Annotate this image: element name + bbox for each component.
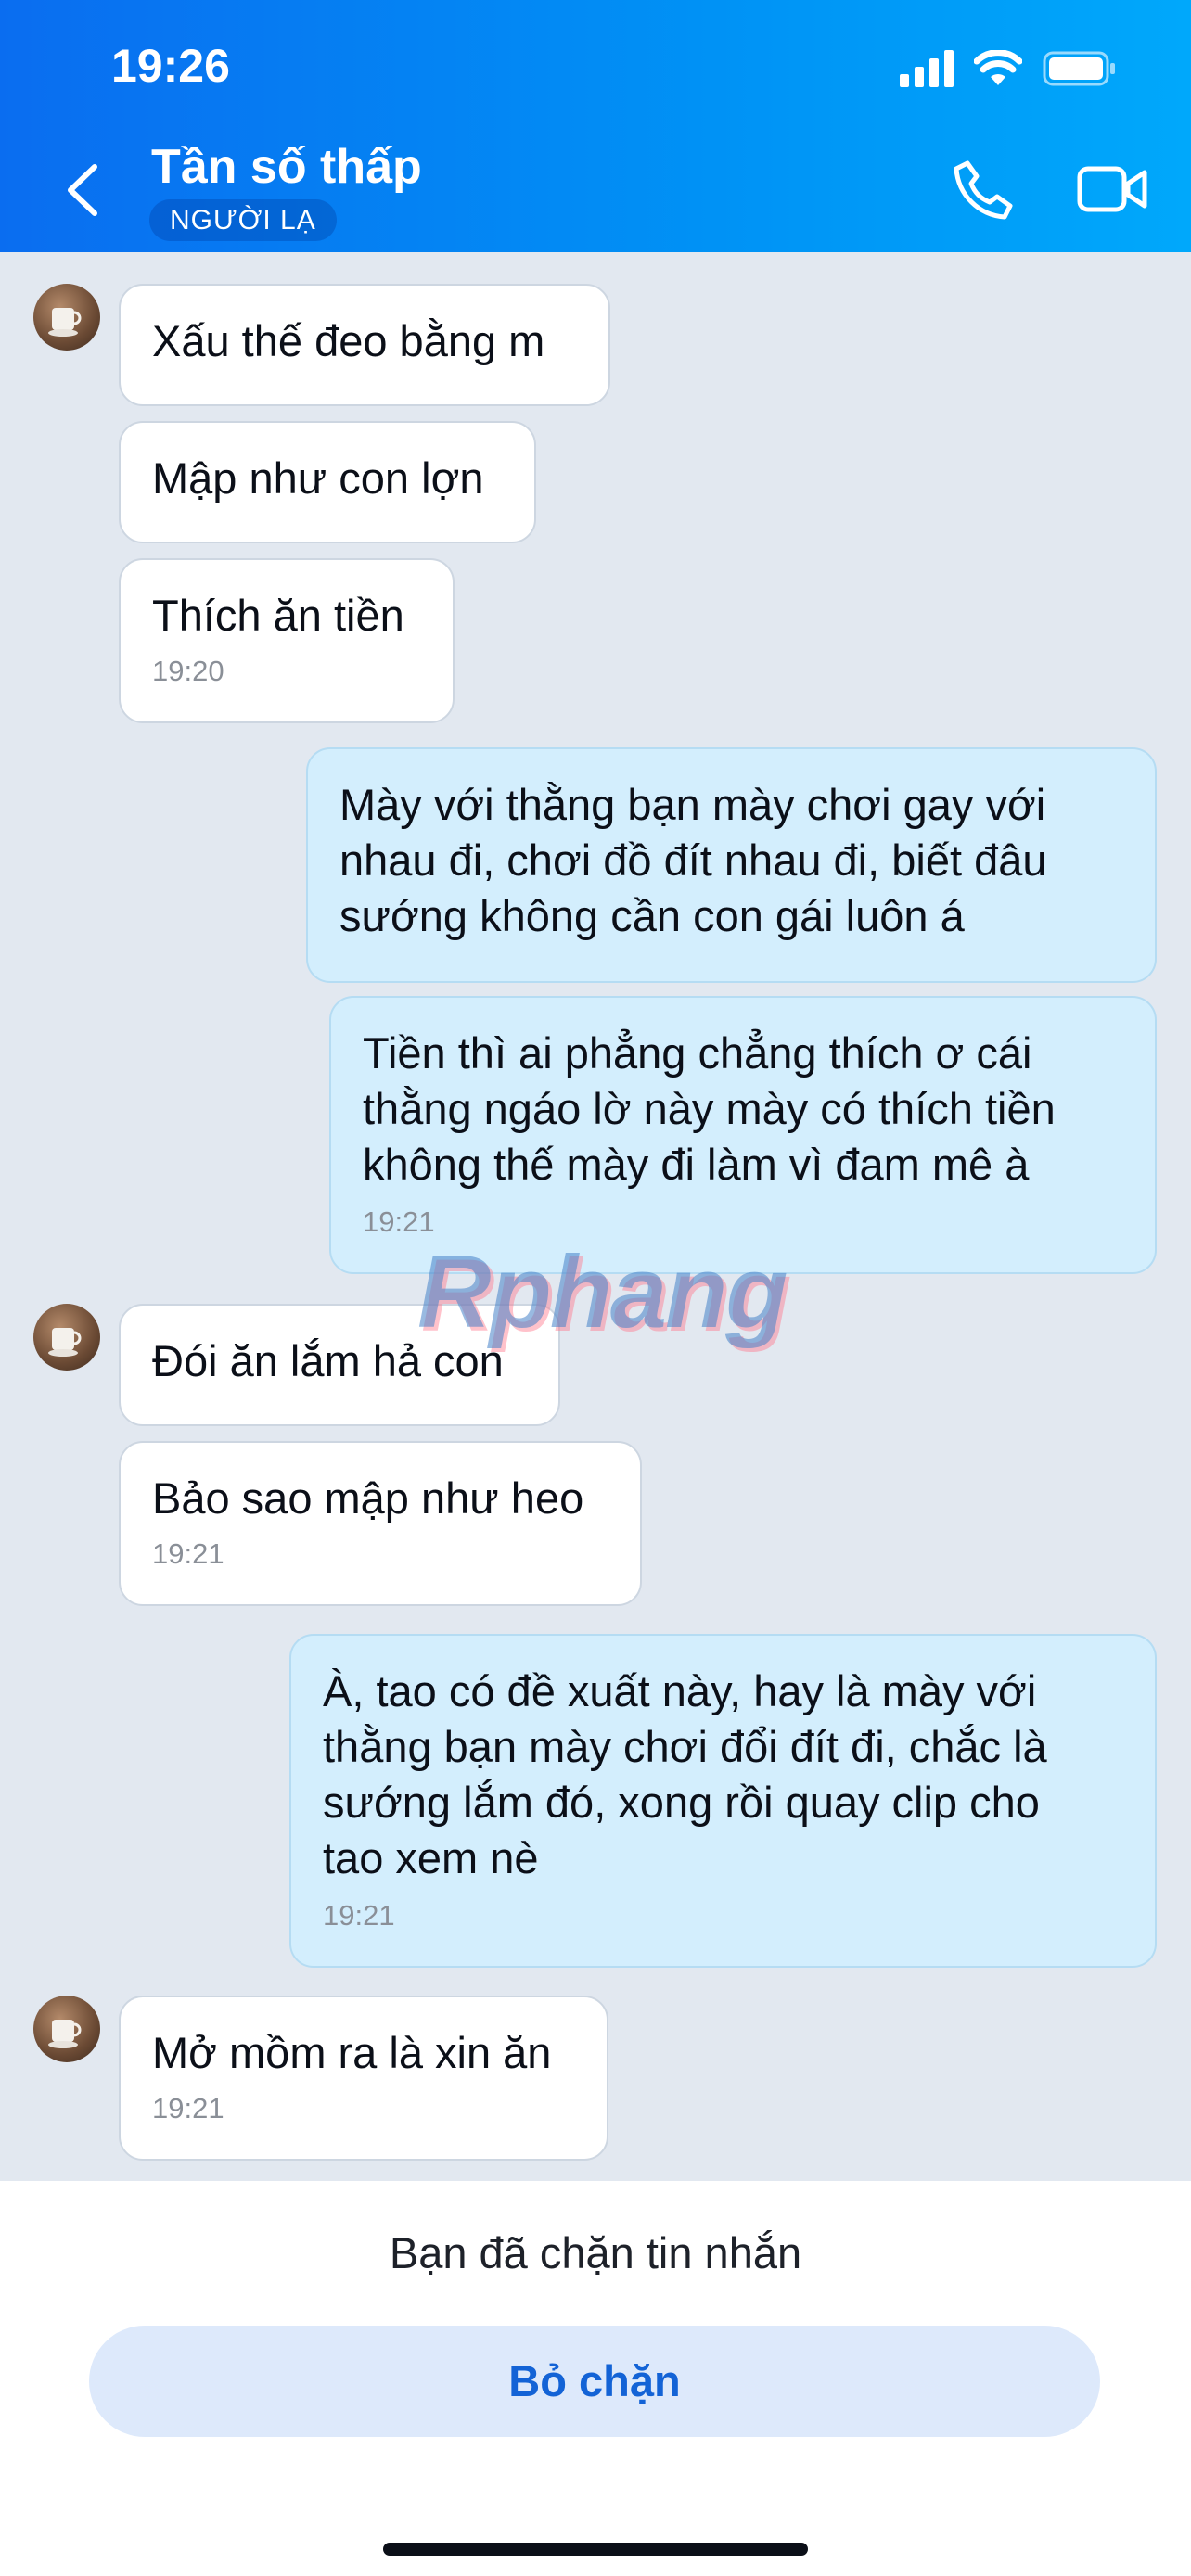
wifi-icon: [974, 50, 1022, 85]
contact-avatar[interactable]: [33, 1304, 100, 1371]
message-list[interactable]: Xấu thế đeo bằng m Mập như con lợn Thích…: [0, 252, 1191, 2181]
contact-avatar[interactable]: [33, 284, 100, 351]
message-bubble-outgoing[interactable]: À, tao có đề xuất này, hay là mày với th…: [289, 1634, 1157, 1968]
home-indicator[interactable]: [383, 2543, 808, 2556]
message-bubble-outgoing[interactable]: Tiền thì ai phẳng chẳng thích ơ cái thằn…: [329, 996, 1157, 1274]
blocked-notice: Bạn đã chặn tin nhắn: [389, 2228, 802, 2277]
status-icons: [900, 46, 1117, 91]
message-text: Tiền thì ai phẳng chẳng thích ơ cái thằn…: [363, 1028, 1056, 1189]
message-text: Xấu thế đeo bằng m: [152, 316, 545, 365]
coffee-cup-icon: [48, 308, 82, 337]
phone-icon[interactable]: [951, 158, 1016, 223]
coffee-cup-icon: [48, 2020, 82, 2048]
back-icon[interactable]: [56, 158, 111, 223]
message-bubble-outgoing[interactable]: Mày với thằng bạn mày chơi gay với nhau …: [306, 747, 1157, 983]
battery-icon: [1043, 51, 1115, 86]
message-text: Mày với thằng bạn mày chơi gay với nhau …: [339, 780, 1047, 940]
unblock-button[interactable]: Bỏ chặn: [89, 2326, 1100, 2437]
message-timestamp: 19:21: [152, 2092, 224, 2124]
status-time: 19:26: [111, 40, 230, 92]
message-bubble-incoming[interactable]: Xấu thế đeo bằng m: [119, 284, 610, 406]
message-text: À, tao có đề xuất này, hay là mày với th…: [323, 1666, 1047, 1882]
message-timestamp: 19:20: [152, 655, 224, 687]
message-text: Thích ăn tiền: [152, 591, 404, 640]
chat-header: 19:26 Tần số thấp NGƯỜI LẠ: [0, 0, 1191, 252]
message-bubble-incoming[interactable]: Bảo sao mập như heo 19:21: [119, 1441, 642, 1606]
contact-avatar[interactable]: [33, 1996, 100, 2062]
message-bubble-incoming[interactable]: Mở mồm ra là xin ăn 19:21: [119, 1996, 608, 2161]
watermark-logo: Rphang: [417, 1235, 788, 1349]
blocked-footer: Bạn đã chặn tin nhắn Bỏ chặn: [0, 2181, 1191, 2576]
message-text: Bảo sao mập như heo: [152, 1473, 584, 1523]
contact-name[interactable]: Tần số thấp: [151, 139, 422, 195]
message-timestamp: 19:21: [323, 1899, 395, 1932]
message-text: Mập như con lợn: [152, 453, 484, 503]
message-text: Mở mồm ra là xin ăn: [152, 2028, 552, 2077]
message-bubble-incoming[interactable]: Mập như con lợn: [119, 421, 536, 543]
cellular-signal-icon: [900, 50, 954, 87]
coffee-cup-icon: [48, 1328, 82, 1357]
stranger-badge: NGƯỜI LẠ: [149, 199, 337, 241]
video-call-icon[interactable]: [1076, 158, 1150, 223]
message-bubble-incoming[interactable]: Thích ăn tiền 19:20: [119, 558, 455, 723]
message-timestamp: 19:21: [152, 1537, 224, 1570]
